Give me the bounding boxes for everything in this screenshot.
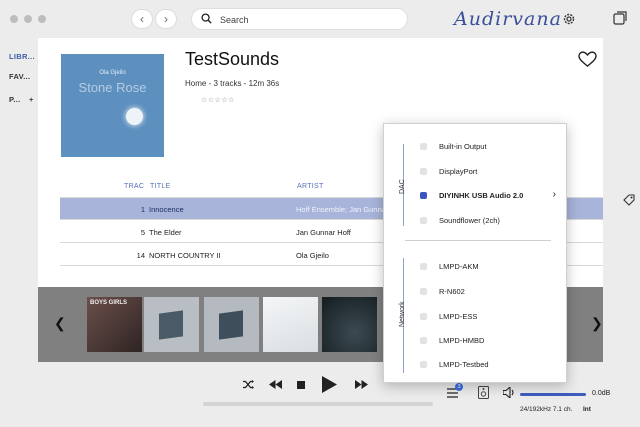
network-option[interactable]: LMPD-HMBD [420, 335, 560, 349]
dac-group-label: DAC [399, 179, 406, 194]
track-number: 5 [140, 228, 145, 237]
radio-indicator [420, 313, 427, 320]
column-header-track[interactable]: TRAC [124, 183, 144, 190]
search-input[interactable] [220, 12, 400, 27]
sidebar-item-playlists[interactable]: P... [9, 95, 21, 104]
column-header-title[interactable]: TITLE [150, 183, 171, 190]
back-button[interactable]: ‹ [131, 9, 153, 29]
dac-option[interactable]: DIYINHK USB Audio 2.0 › [420, 189, 560, 204]
track-number: 1 [140, 205, 145, 214]
network-option[interactable]: LMPD-Testbed [420, 359, 560, 373]
radio-indicator [420, 288, 427, 295]
sidebar: LIBR... FAV... P... + [0, 38, 38, 362]
radio-indicator [420, 361, 427, 368]
next-track-icon[interactable] [355, 380, 368, 389]
tag-icon[interactable] [623, 194, 635, 206]
network-option-label: LMPD-ESS [439, 312, 478, 321]
network-option[interactable]: LMPD-ESS [420, 311, 560, 325]
dac-option-label: Built-in Output [439, 142, 487, 151]
track-title: The Elder [149, 228, 182, 237]
play-icon[interactable] [322, 376, 337, 393]
search-icon [201, 13, 212, 24]
album-art [219, 310, 243, 340]
sidebar-item-favorites[interactable]: FAV... [9, 72, 30, 81]
mini-player-icon[interactable] [613, 11, 627, 25]
dac-option-label: Soundflower (2ch) [439, 216, 500, 225]
output-device-menu: DAC Built-in Output DisplayPort DIYINHK … [383, 123, 567, 383]
output-device-icon[interactable] [478, 386, 489, 399]
chevron-right-icon: ❯ [591, 315, 603, 331]
stop-icon[interactable] [297, 381, 305, 389]
radio-indicator [420, 143, 427, 150]
album-cover[interactable]: Ola Gjeilo Stone Rose [61, 54, 164, 157]
album-title: TestSounds [185, 49, 280, 69]
dac-option[interactable]: DisplayPort [420, 166, 560, 180]
search-box[interactable] [191, 8, 408, 30]
album-thumb[interactable] [263, 297, 318, 352]
dac-option[interactable]: Soundflower (2ch) [420, 215, 560, 229]
network-option-label: LMPD-HMBD [439, 336, 485, 345]
album-meta: Home - 3 tracks - 12m 36s [185, 79, 280, 88]
chevron-right-icon: › [164, 12, 168, 26]
track-artist: Ola Gjeilo [296, 251, 329, 260]
zoom-window-button[interactable] [38, 15, 46, 23]
previous-track-icon[interactable] [269, 380, 282, 389]
rating-stars[interactable]: ☆☆☆☆☆ [201, 96, 235, 104]
carousel-prev-button[interactable]: ❮ [54, 315, 66, 332]
queue-count-badge: 3 [455, 383, 463, 391]
track-title: NORTH COUNTRY II [149, 251, 221, 260]
submenu-chevron-icon[interactable]: › [553, 189, 556, 200]
dac-option-label: DisplayPort [439, 167, 478, 176]
track-artist: Jan Gunnar Hoff [296, 228, 351, 237]
radio-indicator [420, 263, 427, 270]
radio-indicator-selected [420, 192, 427, 199]
network-option-label: LMPD-AKM [439, 262, 479, 271]
track-number: 14 [136, 251, 145, 260]
playback-mode: Int [583, 406, 591, 413]
volume-label: 0.0dB [592, 390, 611, 397]
network-option-label: R-N602 [439, 287, 465, 296]
network-option[interactable]: LMPD-AKM [420, 261, 560, 275]
network-group-label: Network [399, 301, 406, 327]
column-header-artist[interactable]: ARTIST [297, 183, 324, 190]
volume-slider[interactable] [520, 393, 586, 396]
cover-title: Stone Rose [78, 80, 147, 95]
shuffle-icon[interactable] [242, 379, 255, 390]
album-thumb[interactable] [144, 297, 199, 352]
radio-indicator [420, 217, 427, 224]
playback-progress-bar[interactable] [203, 402, 433, 406]
right-panel-strip [603, 38, 640, 362]
network-option-label: LMPD-Testbed [439, 360, 489, 369]
network-option[interactable]: R-N602 [420, 286, 560, 300]
album-thumb[interactable]: BOYS GIRLS [87, 297, 142, 352]
chevron-left-icon: ‹ [140, 12, 144, 26]
volume-icon[interactable] [503, 387, 516, 398]
app-logo: Audirvana [454, 8, 562, 30]
dac-option[interactable]: Built-in Output [420, 141, 560, 155]
forward-button[interactable]: › [155, 9, 177, 29]
menu-divider [405, 240, 551, 241]
close-window-button[interactable] [10, 15, 18, 23]
cover-artist: Ola Gjeilo [99, 70, 126, 76]
chevron-left-icon: ❮ [54, 315, 66, 331]
carousel-next-button[interactable]: ❯ [591, 315, 603, 332]
radio-indicator [420, 168, 427, 175]
dac-option-label: DIYINHK USB Audio 2.0 [439, 191, 524, 200]
album-thumb[interactable] [322, 297, 377, 352]
audio-format: 24/192kHz 7.1 ch. [520, 406, 573, 413]
minimize-window-button[interactable] [24, 15, 32, 23]
album-thumb[interactable] [204, 297, 259, 352]
album-art [159, 310, 183, 340]
track-artist: Hoff Ensemble; Jan Gunnar [296, 205, 389, 214]
track-title: Innocence [149, 205, 184, 214]
title-bar: ‹ › Audirvana [0, 0, 640, 38]
thumb-title: BOYS GIRLS [90, 300, 128, 306]
heart-icon[interactable] [578, 51, 597, 68]
add-playlist-button[interactable]: + [29, 95, 34, 104]
moon-image [126, 108, 143, 125]
gear-icon[interactable] [562, 12, 576, 26]
radio-indicator [420, 337, 427, 344]
sidebar-item-library[interactable]: LIBR... [9, 52, 35, 61]
